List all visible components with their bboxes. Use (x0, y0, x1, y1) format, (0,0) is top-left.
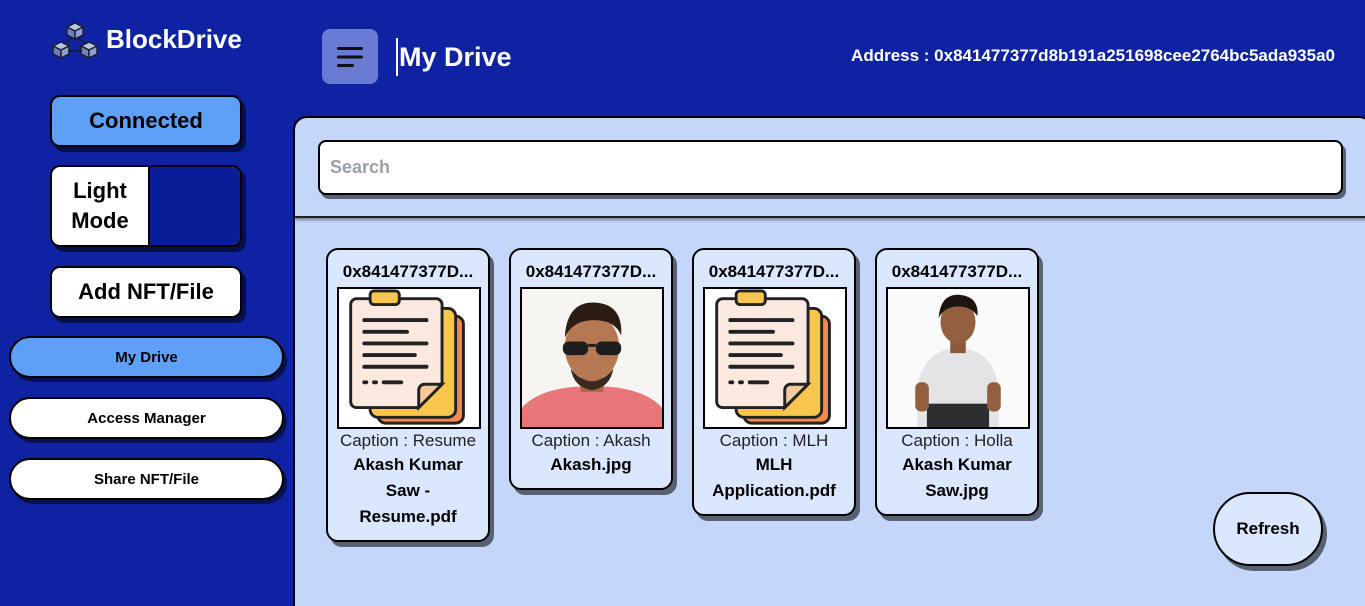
file-name: Akash Kumar Saw.jpg (902, 455, 1012, 500)
add-nft-file-button[interactable]: Add NFT/File (50, 266, 242, 318)
blockchain-logo-icon (52, 22, 98, 60)
file-thumbnail (520, 287, 664, 429)
connected-button[interactable]: Connected (50, 95, 242, 147)
person-photo-icon (888, 289, 1028, 427)
file-caption: Caption : MLH (719, 431, 829, 450)
search-bar-area (295, 118, 1365, 218)
file-caption: Caption : Holla (901, 431, 1013, 450)
file-thumbnail (886, 287, 1030, 429)
file-owner: 0x841477377D... (891, 262, 1023, 281)
file-name: MLH Application.pdf (712, 455, 836, 500)
sidebar-item-my-drive[interactable]: My Drive (9, 336, 284, 378)
file-name: Akash Kumar Saw - Resume.pdf (353, 455, 463, 526)
menu-button[interactable] (322, 29, 378, 84)
file-caption: Caption : Resume (339, 431, 477, 450)
document-icon (705, 289, 845, 427)
file-owner: 0x841477377D... (342, 262, 474, 281)
sidebar-item-access-manager[interactable]: Access Manager (9, 397, 284, 439)
file-owner: 0x841477377D... (525, 262, 657, 281)
mode-toggle-label: Light Mode (71, 178, 129, 233)
document-icon (339, 289, 479, 427)
file-card[interactable]: 0x841477377D... (692, 248, 856, 516)
file-caption: Caption : Akash (531, 431, 651, 450)
search-input[interactable] (318, 140, 1343, 195)
file-card[interactable]: 0x841477377D... Caption : Holla Akash Ku… (875, 248, 1039, 516)
file-card[interactable]: 0x841477377D... Caption : Akash Akash.jp… (509, 248, 673, 490)
mode-toggle-switch[interactable] (148, 167, 240, 245)
wallet-address: Address : 0x841477377d8b191a251698cee276… (851, 46, 1335, 65)
file-card[interactable]: 0x841477377D... (326, 248, 490, 542)
file-thumbnail (703, 287, 847, 429)
hamburger-menu-icon (337, 46, 363, 67)
file-name: Akash.jpg (550, 455, 632, 474)
light-mode-toggle[interactable]: Light Mode (50, 165, 242, 247)
file-owner: 0x841477377D... (708, 262, 840, 281)
file-thumbnail (337, 287, 481, 429)
refresh-button[interactable]: Refresh (1213, 492, 1323, 566)
main-panel: 0x841477377D... (293, 116, 1365, 606)
brand: BlockDrive (52, 20, 242, 64)
page-title: My Drive (396, 38, 512, 76)
sidebar-item-share-nft-file[interactable]: Share NFT/File (9, 458, 284, 500)
person-photo-icon (522, 289, 662, 427)
app-name: BlockDrive (106, 23, 242, 54)
